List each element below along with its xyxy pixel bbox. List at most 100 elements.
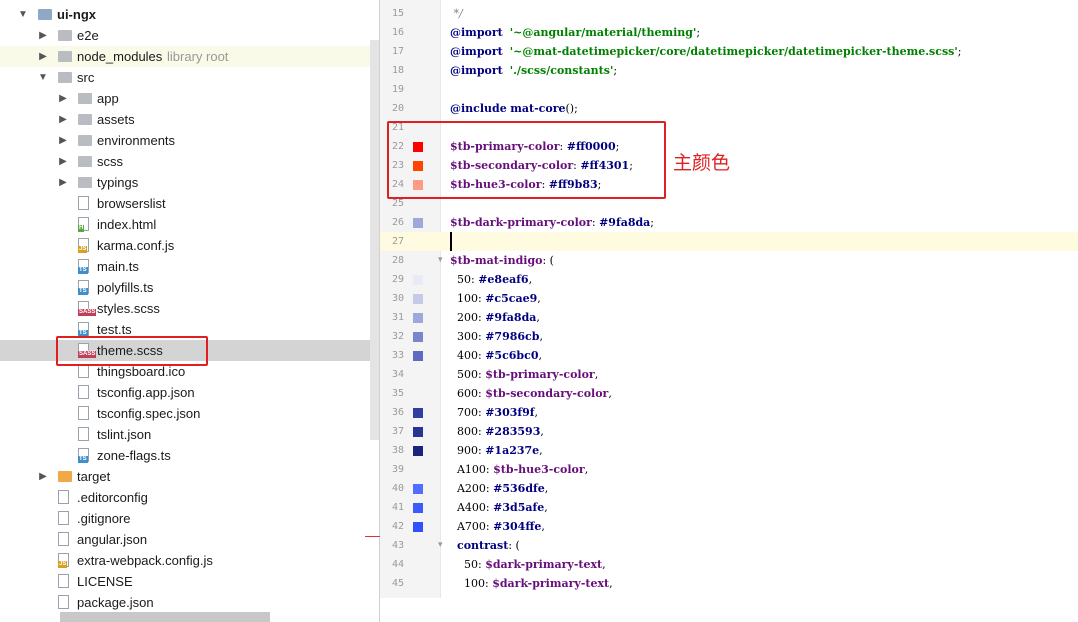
code-editor[interactable]: 15 */ 16 @import '~@angular/material/themi… bbox=[380, 0, 1078, 598]
tree-item[interactable]: ▼ src bbox=[0, 67, 380, 88]
tree-item[interactable]: TS zone-flags.ts bbox=[0, 445, 380, 466]
tree-horizontal-scrollbar[interactable] bbox=[60, 612, 270, 622]
tree-item-label: LICENSE bbox=[77, 574, 133, 589]
code-line[interactable]: 16 @import '~@angular/material/theming'; bbox=[380, 23, 1078, 42]
color-swatch-icon[interactable] bbox=[413, 332, 423, 342]
folder-icon bbox=[58, 30, 72, 41]
code-token: , bbox=[609, 577, 613, 590]
code-line[interactable]: 44 50: $dark-primary-text, bbox=[380, 555, 1078, 574]
fold-icon[interactable]: ▾ bbox=[438, 254, 443, 265]
color-swatch-icon[interactable] bbox=[413, 408, 423, 418]
code-token: @import bbox=[450, 45, 503, 58]
tree-item[interactable]: ▶ scss bbox=[0, 151, 380, 172]
code-line[interactable]: 45 100: $dark-primary-text, bbox=[380, 574, 1078, 593]
code-line[interactable]: 43 ▾ contrast: ( bbox=[380, 536, 1078, 555]
chevron-right-icon[interactable]: ▶ bbox=[57, 135, 69, 146]
code-token: , bbox=[537, 292, 541, 305]
code-line[interactable]: 36 700: #303f9f, bbox=[380, 403, 1078, 422]
code-line[interactable]: 27 bbox=[380, 232, 1078, 251]
tree-vertical-scrollbar[interactable] bbox=[370, 40, 379, 440]
color-swatch-icon[interactable] bbox=[413, 351, 423, 361]
color-swatch-icon[interactable] bbox=[413, 313, 423, 323]
tree-item[interactable]: browserslist bbox=[0, 193, 380, 214]
project-tree[interactable]: ▼ ui-ngx ▶ e2e ▶ node_modules library root ▼ src… bbox=[0, 0, 380, 622]
tree-item[interactable]: JS extra-webpack.config.js bbox=[0, 550, 380, 571]
folder-icon bbox=[78, 114, 92, 125]
code-line[interactable]: 37 800: #283593, bbox=[380, 422, 1078, 441]
code-token: @include bbox=[450, 102, 507, 115]
code-line[interactable]: 41 A400: #3d5afe, bbox=[380, 498, 1078, 517]
code-token: ; bbox=[650, 216, 655, 229]
tree-item[interactable]: package.json bbox=[0, 592, 380, 613]
chevron-right-icon[interactable]: ▶ bbox=[37, 30, 49, 41]
tree-item[interactable]: ▶ target bbox=[0, 466, 380, 487]
color-swatch-icon[interactable] bbox=[413, 294, 423, 304]
color-swatch-icon[interactable] bbox=[413, 275, 423, 285]
color-swatch-icon[interactable] bbox=[413, 503, 423, 513]
code-line[interactable]: 15 */ bbox=[380, 4, 1078, 23]
code-line[interactable]: 18 @import './scss/constants'; bbox=[380, 61, 1078, 80]
code-line[interactable]: 30 100: #c5cae9, bbox=[380, 289, 1078, 308]
chevron-right-icon[interactable]: ▶ bbox=[37, 51, 49, 62]
color-swatch-icon[interactable] bbox=[413, 427, 423, 437]
folder-icon bbox=[78, 135, 92, 146]
code-line[interactable]: 40 A200: #536dfe, bbox=[380, 479, 1078, 498]
code-token: ; bbox=[696, 26, 701, 39]
tree-item[interactable]: tsconfig.app.json bbox=[0, 382, 380, 403]
file-icon: TS bbox=[78, 280, 89, 295]
chevron-down-icon[interactable]: ▼ bbox=[37, 72, 49, 83]
tree-item[interactable]: ▶ node_modules library root bbox=[0, 46, 380, 67]
code-line[interactable]: 34 500: $tb-primary-color, bbox=[380, 365, 1078, 384]
color-swatch-icon[interactable] bbox=[413, 446, 423, 456]
chevron-right-icon[interactable]: ▶ bbox=[57, 114, 69, 125]
code-line[interactable]: 26 $tb-dark-primary-color: #9fa8da; bbox=[380, 213, 1078, 232]
code-line[interactable]: 35 600: $tb-secondary-color, bbox=[380, 384, 1078, 403]
chevron-down-icon[interactable]: ▼ bbox=[17, 9, 29, 20]
code-token: A400: bbox=[450, 501, 494, 514]
chevron-right-icon[interactable]: ▶ bbox=[57, 93, 69, 104]
tree-item[interactable]: Hindex.html bbox=[0, 214, 380, 235]
chevron-right-icon[interactable]: ▶ bbox=[37, 471, 49, 482]
code-line[interactable]: 31 200: #9fa8da, bbox=[380, 308, 1078, 327]
tree-item[interactable]: ▶ assets bbox=[0, 109, 380, 130]
code-line[interactable]: 19 bbox=[380, 80, 1078, 99]
color-swatch-icon[interactable] bbox=[413, 218, 423, 228]
file-icon: H bbox=[78, 217, 89, 232]
chevron-right-icon[interactable]: ▶ bbox=[57, 177, 69, 188]
code-line[interactable]: 32 300: #7986cb, bbox=[380, 327, 1078, 346]
selection-annotation-box bbox=[56, 336, 208, 366]
code-text: 100: #c5cae9, bbox=[450, 292, 541, 305]
tree-item[interactable]: ▶ typings bbox=[0, 172, 380, 193]
tree-item[interactable]: ▶ environments bbox=[0, 130, 380, 151]
tree-item[interactable]: tslint.json bbox=[0, 424, 380, 445]
code-line[interactable]: 39 A100: $tb-hue3-color, bbox=[380, 460, 1078, 479]
tree-item[interactable]: LICENSE bbox=[0, 571, 380, 592]
tree-item-label: app bbox=[97, 91, 119, 106]
code-line[interactable]: 28 ▾ $tb-mat-indigo: ( bbox=[380, 251, 1078, 270]
tree-item[interactable]: SASS styles.scss bbox=[0, 298, 380, 319]
code-line[interactable]: 20 @include mat-core(); bbox=[380, 99, 1078, 118]
tree-item[interactable]: ▼ ui-ngx bbox=[0, 4, 380, 25]
fold-icon[interactable]: ▾ bbox=[438, 539, 443, 550]
tree-item[interactable]: JS karma.conf.js bbox=[0, 235, 380, 256]
chevron-right-icon[interactable]: ▶ bbox=[57, 156, 69, 167]
code-line[interactable]: 38 900: #1a237e, bbox=[380, 441, 1078, 460]
code-line[interactable]: 17 @import '~@mat-datetimepicker/core/dat… bbox=[380, 42, 1078, 61]
tree-item[interactable]: TS polyfills.ts bbox=[0, 277, 380, 298]
code-line[interactable]: 42 A700: #304ffe, bbox=[380, 517, 1078, 536]
tree-item[interactable]: angular.json bbox=[0, 529, 380, 550]
color-swatch-icon[interactable] bbox=[413, 484, 423, 494]
code-token: 100: bbox=[450, 577, 493, 590]
tree-item[interactable]: tsconfig.spec.json bbox=[0, 403, 380, 424]
file-icon: SASS bbox=[78, 301, 97, 316]
tree-item[interactable]: .editorconfig bbox=[0, 487, 380, 508]
code-text: 50: #e8eaf6, bbox=[450, 273, 532, 286]
color-swatch-icon[interactable] bbox=[413, 522, 423, 532]
tree-item[interactable]: .gitignore bbox=[0, 508, 380, 529]
tree-item[interactable]: ▶ e2e bbox=[0, 25, 380, 46]
code-line[interactable]: 33 400: #5c6bc0, bbox=[380, 346, 1078, 365]
tree-item[interactable]: ▶ app bbox=[0, 88, 380, 109]
code-text: 50: $dark-primary-text, bbox=[450, 558, 606, 571]
tree-item[interactable]: TS main.ts bbox=[0, 256, 380, 277]
code-line[interactable]: 29 50: #e8eaf6, bbox=[380, 270, 1078, 289]
